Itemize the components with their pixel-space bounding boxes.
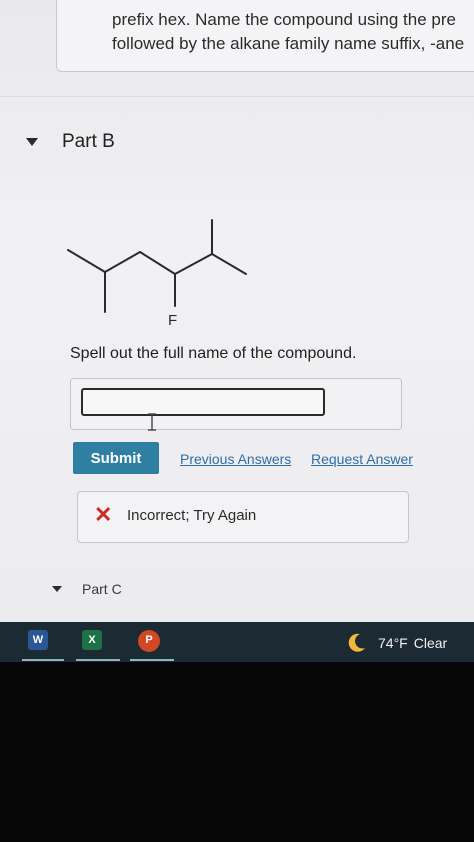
feedback-text: Incorrect; Try Again	[127, 507, 257, 524]
part-c-title[interactable]: Part C	[82, 581, 122, 597]
weather-condition: Clear	[413, 635, 448, 651]
temperature: 74°F	[378, 635, 408, 651]
active-app-indicator	[130, 659, 174, 661]
previous-part-line-1: prefix hex. Name the compound using the …	[112, 10, 456, 29]
moon-icon[interactable]	[345, 632, 367, 654]
answer-container	[70, 378, 402, 430]
bond-3	[104, 251, 141, 273]
active-app-indicator	[22, 659, 64, 661]
previous-part-text: prefix hex. Name the compound using the …	[112, 8, 474, 56]
previous-part-line-2: followed by the alkane family name suffi…	[112, 34, 465, 53]
previous-answers-link[interactable]: Previous Answers	[180, 451, 291, 467]
weather-widget[interactable]: 74°F Clear	[378, 635, 453, 651]
word-icon[interactable]: W	[28, 630, 48, 650]
divider	[0, 96, 474, 97]
text-cursor-icon	[148, 413, 156, 431]
x-icon: ✕	[94, 502, 113, 527]
answer-input[interactable]	[81, 388, 325, 416]
monitor-bezel	[0, 662, 474, 842]
bond-4	[139, 251, 176, 275]
request-answer-link[interactable]: Request Answer	[311, 451, 413, 467]
powerpoint-icon[interactable]: P	[138, 630, 160, 652]
submit-button[interactable]: Submit	[73, 442, 159, 474]
excel-icon[interactable]: X	[82, 630, 102, 650]
bond-1	[67, 249, 106, 273]
part-b-collapse-caret-icon[interactable]	[26, 138, 38, 146]
bond-5	[174, 253, 213, 275]
active-app-indicator	[76, 659, 120, 661]
question-prompt: Spell out the full name of the compound.	[70, 345, 357, 362]
part-b-title: Part B	[62, 131, 115, 152]
browser-content: prefix hex. Name the compound using the …	[0, 0, 474, 622]
part-c-expand-caret-icon[interactable]	[52, 586, 62, 592]
fluorine-label: F	[168, 312, 177, 328]
skeletal-structure: F	[67, 219, 247, 328]
bond-7	[211, 253, 247, 275]
